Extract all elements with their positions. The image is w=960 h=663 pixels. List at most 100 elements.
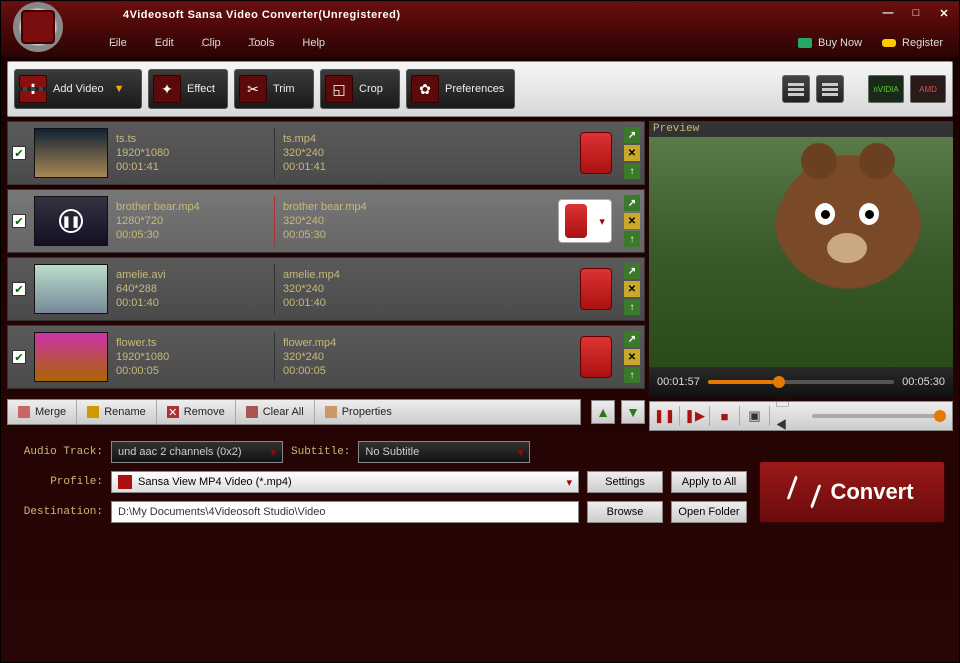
list-actions: Merge Rename ✕Remove Clear All Propertie… bbox=[7, 397, 645, 427]
menu-file[interactable]: File bbox=[97, 33, 139, 53]
register-link[interactable]: Register bbox=[882, 37, 943, 49]
subtitle-label: Subtitle: bbox=[291, 446, 350, 458]
toolbar: ✚ Add Video ▼ ✦ Effect ✂ Trim ◱ Crop ✿ P… bbox=[7, 61, 953, 117]
file-resolution: 1920*1080 bbox=[116, 147, 266, 159]
trim-button[interactable]: ✂ Trim bbox=[234, 69, 314, 109]
merge-button[interactable]: Merge bbox=[8, 400, 77, 424]
device-profile-dropdown[interactable]: ▾ bbox=[558, 199, 612, 243]
preferences-button[interactable]: ✿ Preferences bbox=[406, 69, 515, 109]
preview-controls: ❚❚ ❚▶ ■ ▣ 🗀◀ bbox=[649, 401, 953, 431]
preview-label: Preview bbox=[649, 121, 953, 137]
row-expand-button[interactable]: ↗ bbox=[624, 127, 640, 143]
output-name: ts.mp4 bbox=[283, 133, 433, 145]
pause-button[interactable]: ❚❚ bbox=[656, 406, 680, 426]
volume-slider[interactable] bbox=[812, 414, 946, 418]
row-expand-button[interactable]: ↗ bbox=[624, 195, 640, 211]
sparkle-icon: ✦ bbox=[153, 75, 181, 103]
open-folder-button[interactable]: Open Folder bbox=[671, 501, 747, 523]
thumbnail bbox=[34, 332, 108, 382]
device-profile-button[interactable] bbox=[580, 268, 612, 310]
destination-input[interactable]: D:\My Documents\4Videosoft Studio\Video bbox=[111, 501, 579, 523]
subtitle-select[interactable]: No Subtitle ▾ bbox=[358, 441, 530, 463]
maximize-button[interactable]: □ bbox=[907, 7, 925, 23]
register-label: Register bbox=[902, 37, 943, 49]
menu-clip[interactable]: Clip bbox=[190, 33, 233, 53]
browse-button[interactable]: Browse bbox=[587, 501, 663, 523]
device-profile-button[interactable] bbox=[580, 132, 612, 174]
settings-button[interactable]: Settings bbox=[587, 471, 663, 493]
snapshot-button[interactable]: ▣ bbox=[746, 406, 770, 426]
preview-frame bbox=[649, 137, 953, 367]
checkbox[interactable]: ✔ bbox=[12, 350, 26, 364]
checkbox[interactable]: ✔ bbox=[12, 214, 26, 228]
file-duration: 00:00:05 bbox=[116, 365, 266, 377]
file-name: flower.ts bbox=[116, 337, 266, 349]
audio-track-select[interactable]: und aac 2 channels (0x2) ▾ bbox=[111, 441, 283, 463]
row-remove-button[interactable]: ✕ bbox=[624, 213, 640, 229]
close-button[interactable]: ✕ bbox=[935, 7, 953, 23]
effect-button[interactable]: ✦ Effect bbox=[148, 69, 228, 109]
minimize-button[interactable]: — bbox=[879, 7, 897, 23]
add-video-label: Add Video bbox=[53, 83, 104, 95]
chevron-down-icon: ▼ bbox=[114, 83, 125, 95]
open-snapshot-folder-button[interactable]: 🗀◀ bbox=[776, 406, 800, 426]
nvidia-badge-icon: nVIDIA bbox=[868, 75, 904, 103]
file-row[interactable]: ✔ flower.ts 1920*1080 00:00:05 flower.mp… bbox=[7, 325, 645, 389]
refresh-icon bbox=[786, 474, 822, 510]
profile-select[interactable]: Sansa View MP4 Video (*.mp4) ▾ bbox=[111, 471, 579, 493]
profile-label: Profile: bbox=[15, 476, 103, 488]
titlebar: 4Videosoft Sansa Video Converter(Unregis… bbox=[1, 1, 959, 29]
convert-label: Convert bbox=[830, 479, 913, 505]
checkbox[interactable]: ✔ bbox=[12, 146, 26, 160]
menu-edit[interactable]: Edit bbox=[143, 33, 186, 53]
convert-button[interactable]: Convert bbox=[759, 461, 945, 523]
add-video-button[interactable]: ✚ Add Video ▼ bbox=[14, 69, 142, 109]
detail-view-button[interactable] bbox=[816, 75, 844, 103]
row-up-button[interactable]: ↑ bbox=[624, 367, 640, 383]
row-remove-button[interactable]: ✕ bbox=[624, 349, 640, 365]
rename-button[interactable]: Rename bbox=[77, 400, 157, 424]
file-name: brother bear.mp4 bbox=[116, 201, 266, 213]
file-resolution: 1920*1080 bbox=[116, 351, 266, 363]
menu-tools[interactable]: Tools bbox=[237, 33, 287, 53]
merge-icon bbox=[18, 406, 30, 418]
output-name: brother bear.mp4 bbox=[283, 201, 433, 213]
audio-track-label: Audio Track: bbox=[15, 446, 103, 458]
remove-button[interactable]: ✕Remove bbox=[157, 400, 236, 424]
move-up-button[interactable]: ▲ bbox=[591, 400, 615, 424]
output-resolution: 320*240 bbox=[283, 147, 433, 159]
move-down-button[interactable]: ▼ bbox=[621, 400, 645, 424]
apply-to-all-button[interactable]: Apply to All bbox=[671, 471, 747, 493]
properties-button[interactable]: Properties bbox=[315, 400, 402, 424]
scissors-icon: ✂ bbox=[239, 75, 267, 103]
step-button[interactable]: ❚▶ bbox=[686, 406, 710, 426]
crop-button[interactable]: ◱ Crop bbox=[320, 69, 400, 109]
row-up-button[interactable]: ↑ bbox=[624, 163, 640, 179]
chevron-down-icon: ▾ bbox=[566, 476, 572, 489]
app-logo-icon bbox=[13, 2, 63, 52]
clear-all-button[interactable]: Clear All bbox=[236, 400, 315, 424]
pencil-icon bbox=[87, 406, 99, 418]
buy-now-link[interactable]: Buy Now bbox=[798, 37, 862, 49]
thumbnail: ❚❚ bbox=[34, 196, 108, 246]
list-view-button[interactable] bbox=[782, 75, 810, 103]
trash-icon bbox=[246, 406, 258, 418]
device-profile-button[interactable] bbox=[580, 336, 612, 378]
crop-icon: ◱ bbox=[325, 75, 353, 103]
seek-slider[interactable] bbox=[708, 380, 894, 384]
row-remove-button[interactable]: ✕ bbox=[624, 145, 640, 161]
file-resolution: 1280*720 bbox=[116, 215, 266, 227]
stop-button[interactable]: ■ bbox=[716, 406, 740, 426]
row-up-button[interactable]: ↑ bbox=[624, 231, 640, 247]
row-expand-button[interactable]: ↗ bbox=[624, 331, 640, 347]
row-remove-button[interactable]: ✕ bbox=[624, 281, 640, 297]
output-resolution: 320*240 bbox=[283, 215, 433, 227]
menu-help[interactable]: Help bbox=[290, 33, 337, 53]
file-row[interactable]: ✔ ❚❚ brother bear.mp4 1280*720 00:05:30 … bbox=[7, 189, 645, 253]
file-row[interactable]: ✔ amelie.avi 640*288 00:01:40 amelie.mp4… bbox=[7, 257, 645, 321]
checkbox[interactable]: ✔ bbox=[12, 282, 26, 296]
row-up-button[interactable]: ↑ bbox=[624, 299, 640, 315]
row-expand-button[interactable]: ↗ bbox=[624, 263, 640, 279]
trim-label: Trim bbox=[273, 83, 295, 95]
file-row[interactable]: ✔ ts.ts 1920*1080 00:01:41 ts.mp4 320*24… bbox=[7, 121, 645, 185]
